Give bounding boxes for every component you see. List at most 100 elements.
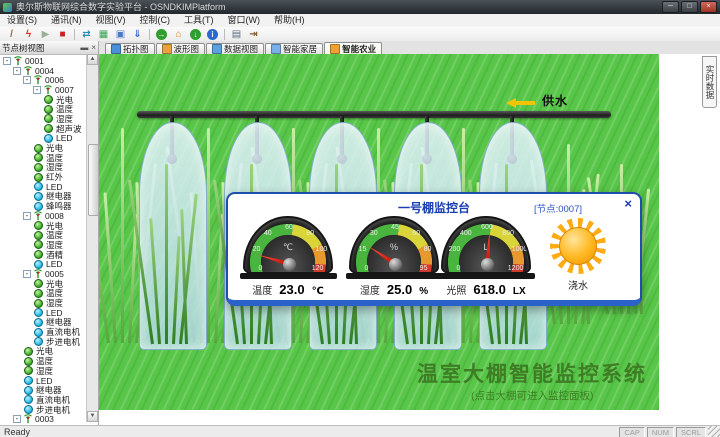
tab-waveform-icon (162, 44, 172, 54)
gauge-center-unit: L (443, 242, 529, 252)
toolbar: /ϟ▶■ ⇄▦▣⇓ →⌂↓i ▤⇥ (0, 27, 720, 42)
menu-tools[interactable]: 工具(T) (177, 14, 221, 27)
sensor-icon (44, 124, 53, 133)
menu-comm[interactable]: 通讯(N) (44, 14, 89, 27)
expand-toggle-icon[interactable]: - (13, 67, 21, 75)
run-icon[interactable]: → (154, 28, 169, 41)
expand-toggle-icon[interactable]: - (23, 76, 31, 84)
tree-node-0004[interactable]: -0004 (0, 66, 87, 76)
stop-icon[interactable]: ■ (55, 28, 70, 41)
title-bar[interactable]: 奥尔斯物联网综合数字实验平台 - OSNDKIMPlatform ─□× (0, 0, 720, 14)
tree-leaf-actuator[interactable]: LED (0, 134, 87, 144)
exit-icon[interactable]: ⇥ (246, 28, 261, 41)
expand-toggle-icon[interactable]: - (23, 212, 31, 220)
status-ready: Ready (0, 427, 30, 437)
resize-grip[interactable] (708, 426, 720, 437)
com-config-icon[interactable]: ⇄ (79, 28, 94, 41)
tree-leaf-sensor[interactable]: 红外 (0, 172, 87, 182)
tree-leaf-sensor[interactable]: 光电 (0, 95, 87, 105)
status-indicator: CAP (619, 427, 644, 437)
gauge-hub (283, 258, 296, 271)
gauge-label: 温度 (252, 282, 272, 297)
tree-leaf-actuator[interactable]: 继电器 (0, 192, 87, 202)
close-button[interactable]: × (700, 1, 717, 13)
scrollbar-thumb[interactable] (88, 144, 99, 216)
edit-icon[interactable]: / (4, 28, 19, 41)
tree-leaf-sensor[interactable]: 湿度 (0, 366, 87, 376)
menu-window[interactable]: 窗口(W) (221, 14, 268, 27)
sun-icon[interactable] (550, 218, 606, 274)
tree-leaf-sensor[interactable]: 光电 (0, 221, 87, 231)
tree-node-0008[interactable]: -0008 (0, 211, 87, 221)
tree-leaf-actuator[interactable]: LED (0, 259, 87, 269)
side-tab-realtime-data[interactable]: 实时数据 (702, 56, 717, 108)
gauge-tick-label: 0 (258, 265, 262, 272)
home-icon[interactable]: ⌂ (171, 28, 186, 41)
window-controls: ─□× (662, 1, 720, 13)
sensor-icon (24, 357, 33, 366)
tree-leaf-actuator[interactable]: LED (0, 308, 87, 318)
tree-leaf-sensor[interactable]: 湿度 (0, 298, 87, 308)
sun-control[interactable]: 浇水 (546, 218, 610, 292)
actuator-icon (24, 376, 33, 385)
expand-toggle-icon[interactable]: - (13, 415, 21, 423)
tree-leaf-sensor[interactable]: 温度 (0, 104, 87, 114)
minimize-button[interactable]: ─ (662, 1, 679, 13)
sensor-icon (34, 231, 43, 240)
play-icon[interactable]: ▶ (38, 28, 53, 41)
supply-label: 供水 (542, 92, 568, 109)
tree-node-0003[interactable]: -0003 (0, 414, 87, 424)
expand-toggle-icon[interactable]: - (3, 57, 11, 65)
tree-node-0005[interactable]: -0005 (0, 269, 87, 279)
waveform-image-icon[interactable]: ▦ (96, 28, 111, 41)
dialog-close-icon[interactable]: × (624, 197, 632, 210)
tab-topology[interactable]: 拓扑图 (105, 43, 155, 54)
info-icon[interactable]: i (205, 28, 220, 41)
tree-leaf-sensor[interactable]: 光电 (0, 143, 87, 153)
tree-node-0001[interactable]: -0001 (0, 56, 87, 66)
update-icon[interactable]: ↓ (188, 28, 203, 41)
tree-node-0006[interactable]: -0006 (0, 75, 87, 85)
expand-toggle-icon[interactable]: - (33, 86, 41, 94)
menu-view[interactable]: 视图(V) (89, 14, 133, 27)
tab-dataview[interactable]: 数据视图 (206, 43, 264, 54)
expand-toggle-icon[interactable]: - (23, 270, 31, 278)
tree-leaf-sensor[interactable]: 湿度 (0, 163, 87, 173)
tree-leaf-sensor[interactable]: 超声波 (0, 124, 87, 134)
tree-scrollbar[interactable]: ▲ ▼ (86, 54, 98, 422)
tree-leaf-actuator[interactable]: LED (0, 182, 87, 192)
tree-leaf-sensor[interactable]: 温度 (0, 230, 87, 240)
scroll-down-icon[interactable]: ▼ (87, 411, 98, 422)
tree-leaf-sensor[interactable]: 湿度 (0, 240, 87, 250)
sensor-icon (34, 279, 43, 288)
menu-control[interactable]: 控制(C) (133, 14, 178, 27)
download-icon[interactable]: ⇓ (130, 28, 145, 41)
lightning-icon[interactable]: ϟ (21, 28, 36, 41)
layout-icon[interactable]: ▣ (113, 28, 128, 41)
water-pipe (137, 111, 611, 118)
gauge-value-unit: ℃ (312, 286, 324, 297)
status-bar: Ready CAPNUMSCRL (0, 425, 720, 437)
sensor-icon (24, 366, 33, 375)
pin-icon[interactable]: ▬ (80, 43, 88, 52)
actuator-icon (34, 318, 43, 327)
tree-leaf-sensor[interactable]: 温度 (0, 153, 87, 163)
close-icon[interactable]: × (91, 43, 96, 52)
gauge-tick-label: 45 (391, 224, 399, 231)
tree-leaf-sensor[interactable]: 酒精 (0, 250, 87, 260)
maximize-button[interactable]: □ (681, 1, 698, 13)
tree-leaf-actuator[interactable]: 蜂鸣器 (0, 201, 87, 211)
menu-settings[interactable]: 设置(S) (0, 14, 44, 27)
menu-help[interactable]: 帮助(H) (267, 14, 312, 27)
sensor-icon (34, 144, 43, 153)
tab-smartagri[interactable]: 智能农业 (324, 42, 382, 54)
tree-node-0007[interactable]: -0007 (0, 85, 87, 95)
tree-leaf-actuator[interactable]: 步进电机 (0, 405, 87, 415)
screen-icon[interactable]: ▤ (229, 28, 244, 41)
tree-leaf-sensor[interactable]: 温度 (0, 289, 87, 299)
tab-smarthome[interactable]: 智能家居 (265, 43, 323, 54)
tab-waveform[interactable]: 波形图 (156, 43, 206, 54)
scroll-up-icon[interactable]: ▲ (87, 54, 98, 65)
sensor-icon (34, 173, 43, 182)
tree-leaf-sensor[interactable]: 光电 (0, 279, 87, 289)
